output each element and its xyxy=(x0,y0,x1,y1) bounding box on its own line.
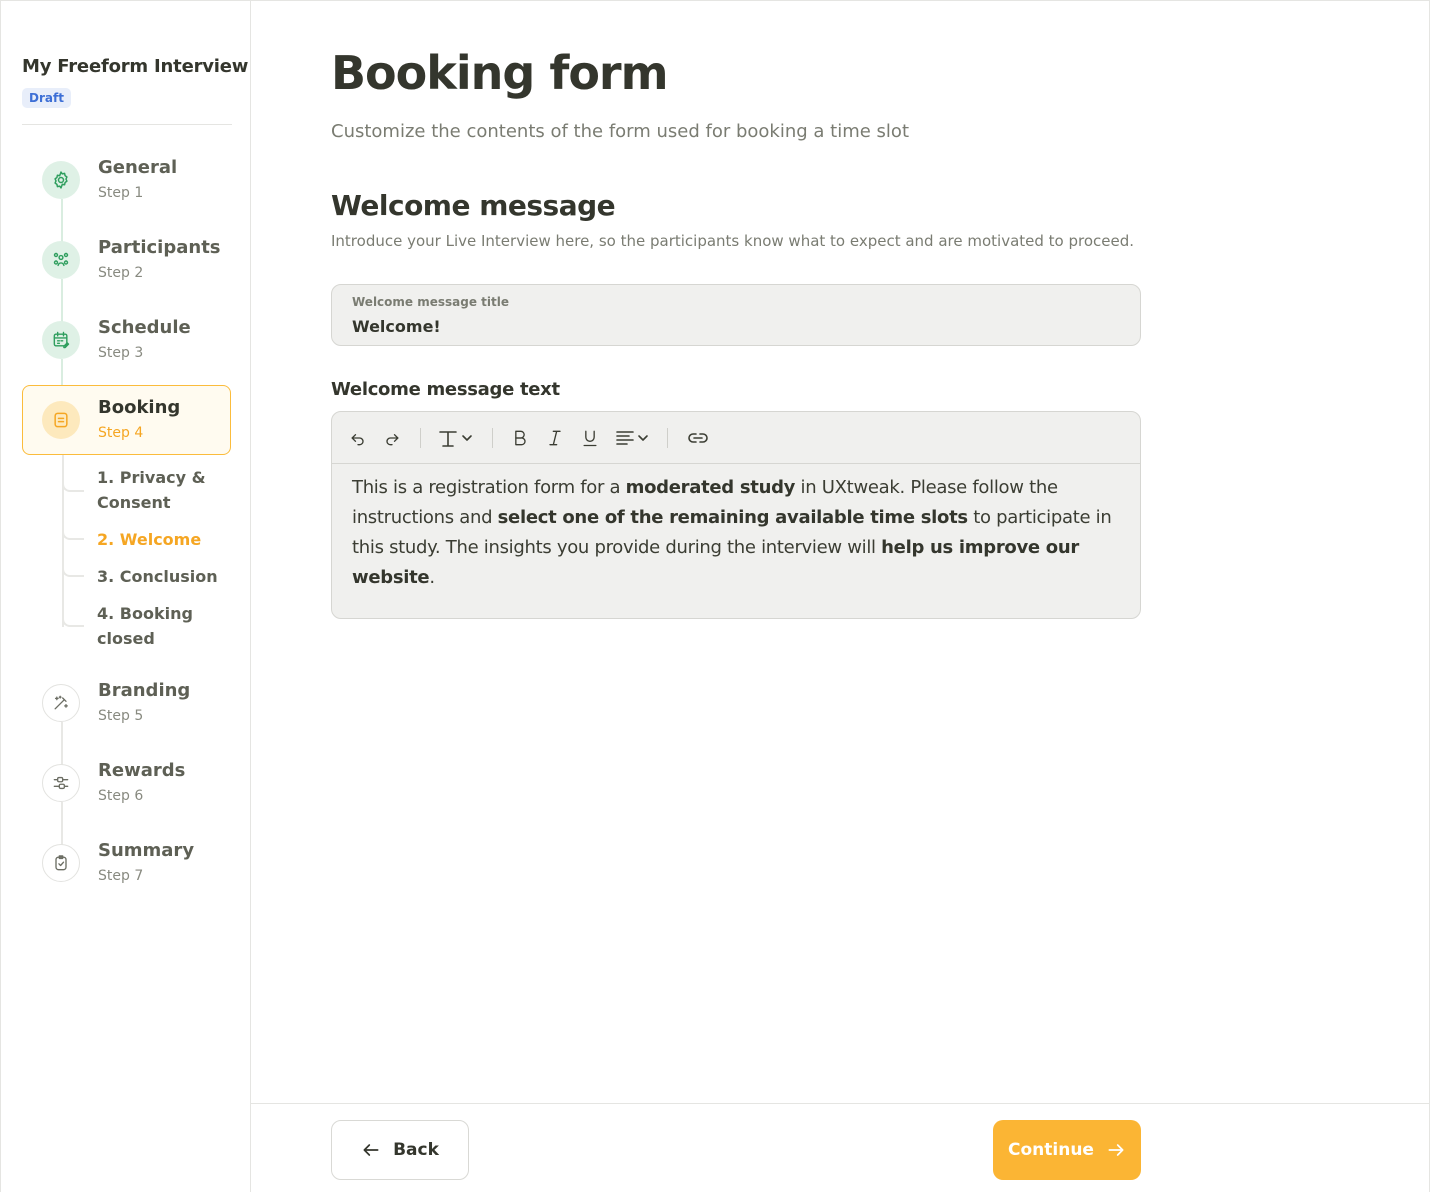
gear-icon xyxy=(42,161,80,199)
sidebar-divider xyxy=(22,124,232,125)
sidebar: My Freeform Interview Draft General Step… xyxy=(0,0,251,1192)
substep-booking-closed[interactable]: 4. Booking closed xyxy=(97,601,227,651)
step-number: Step 6 xyxy=(98,788,144,804)
step-number: Step 7 xyxy=(98,868,144,884)
page-title: Booking form xyxy=(331,46,669,100)
text-segment: . xyxy=(429,567,435,588)
italic-icon[interactable] xyxy=(543,426,567,450)
align-icon[interactable] xyxy=(614,426,654,450)
step-name: Schedule xyxy=(98,317,191,338)
sidebar-step-participants[interactable]: Participants Step 2 xyxy=(22,225,231,295)
substep-welcome[interactable]: 2. Welcome xyxy=(97,527,227,552)
step-number: Step 4 xyxy=(98,425,144,441)
welcome-title-field[interactable]: Welcome message title xyxy=(331,284,1141,346)
arrow-right-icon xyxy=(1106,1140,1126,1160)
step-number: Step 3 xyxy=(98,345,144,361)
redo-icon[interactable] xyxy=(380,426,404,450)
undo-icon[interactable] xyxy=(346,426,370,450)
substep-privacy-consent[interactable]: 1. Privacy & Consent xyxy=(97,465,227,515)
toolbar-separator xyxy=(667,428,668,448)
participants-icon xyxy=(42,241,80,279)
step-number: Step 1 xyxy=(98,185,144,201)
continue-button-label: Continue xyxy=(1008,1140,1094,1160)
substep-branch xyxy=(62,613,84,627)
step-name: Booking xyxy=(98,397,181,418)
step-name: Branding xyxy=(98,680,191,701)
substep-branch xyxy=(62,563,84,577)
step-name: Summary xyxy=(98,840,195,861)
sidebar-step-general[interactable]: General Step 1 xyxy=(22,145,231,215)
study-title: My Freeform Interview xyxy=(22,56,249,77)
text-segment: This is a registration form for a xyxy=(352,477,626,498)
sidebar-step-rewards[interactable]: Rewards Step 6 xyxy=(22,748,231,818)
calendar-icon xyxy=(42,321,80,359)
step-number: Step 2 xyxy=(98,265,144,281)
step-name: Rewards xyxy=(98,760,186,781)
welcome-title-input[interactable] xyxy=(352,317,1112,336)
footer-bar: Back Continue xyxy=(251,1103,1430,1192)
step-name: Participants xyxy=(98,237,221,258)
sidebar-step-schedule[interactable]: Schedule Step 3 xyxy=(22,305,231,375)
underline-icon[interactable] xyxy=(578,426,602,450)
step-name: General xyxy=(98,157,178,178)
section-title: Welcome message xyxy=(331,189,616,222)
substep-branch xyxy=(62,478,84,492)
step-number: Step 5 xyxy=(98,708,144,724)
page-subtitle: Customize the contents of the form used … xyxy=(331,121,910,142)
sidebar-step-summary[interactable]: Summary Step 7 xyxy=(22,828,231,898)
toolbar-separator xyxy=(492,428,493,448)
rich-text-editor[interactable]: This is a registration form for a modera… xyxy=(331,411,1141,619)
welcome-title-label: Welcome message title xyxy=(352,295,510,309)
magic-wand-icon xyxy=(42,684,80,722)
section-description: Introduce your Live Interview here, so t… xyxy=(331,232,1135,250)
main-content: Booking form Customize the contents of t… xyxy=(251,0,1430,1192)
bold-icon[interactable] xyxy=(508,426,532,450)
welcome-text-label: Welcome message text xyxy=(331,379,560,400)
sidebar-step-booking[interactable]: Booking Step 4 xyxy=(22,385,231,455)
back-button[interactable]: Back xyxy=(331,1120,469,1180)
substep-conclusion[interactable]: 3. Conclusion xyxy=(97,564,227,589)
sidebar-step-branding[interactable]: Branding Step 5 xyxy=(22,668,231,738)
text-style-icon[interactable] xyxy=(436,426,476,450)
toolbar-separator xyxy=(420,428,421,448)
clipboard-check-icon xyxy=(42,844,80,882)
continue-button[interactable]: Continue xyxy=(993,1120,1141,1180)
link-icon[interactable] xyxy=(685,426,711,450)
text-bold-segment: select one of the remaining available ti… xyxy=(497,507,968,528)
booking-form-icon xyxy=(42,401,80,439)
text-bold-segment: moderated study xyxy=(625,477,796,498)
back-button-label: Back xyxy=(393,1140,439,1160)
status-badge: Draft xyxy=(22,88,71,108)
editor-toolbar xyxy=(332,412,1140,464)
sliders-icon xyxy=(42,764,80,802)
substep-branch xyxy=(62,526,84,540)
welcome-text-content[interactable]: This is a registration form for a modera… xyxy=(352,473,1122,593)
arrow-left-icon xyxy=(361,1140,381,1160)
